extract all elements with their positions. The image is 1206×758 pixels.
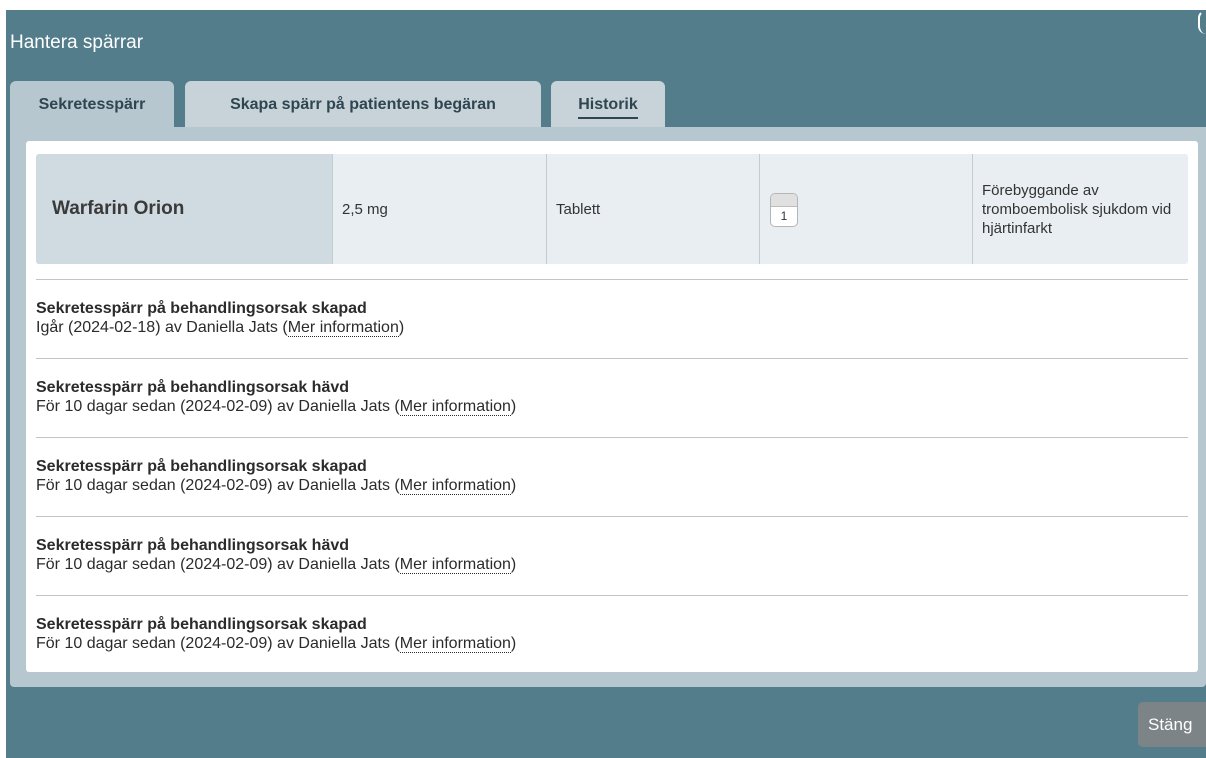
history-entry: Sekretesspärr på behandlingsorsak skapad…: [36, 279, 1188, 358]
drug-quantity: 1: [780, 209, 788, 223]
history-entry-title: Sekretesspärr på behandlingsorsak skapad: [36, 458, 367, 475]
more-info-link[interactable]: Mer information: [287, 319, 399, 337]
drug-row: Warfarin Orion 2,5 mg Tablett 1 Förebygg…: [36, 154, 1188, 264]
drug-reason: Förebyggande av tromboembolisk sjukdom v…: [982, 181, 1172, 237]
tab-label: Sekretesspärr: [38, 96, 146, 113]
more-info-link[interactable]: Mer information: [399, 398, 511, 416]
more-info-link[interactable]: Mer information: [399, 556, 511, 574]
tab-label: Historik: [578, 96, 638, 119]
history-entry-title: Sekretesspärr på behandlingsorsak skapad: [36, 300, 367, 317]
drug-name: Warfarin Orion: [36, 154, 333, 264]
history-entry-title: Sekretesspärr på behandlingsorsak hävd: [36, 379, 350, 396]
drug-form: Tablett: [547, 154, 760, 264]
tab-sekretessparr[interactable]: Sekretesspärr: [10, 81, 174, 129]
history-entry-meta: För 10 dagar sedan (2024-02-09) av Danie…: [36, 477, 400, 494]
history-entry: Sekretesspärr på behandlingsorsak skapad…: [36, 595, 1188, 674]
tab-historik[interactable]: Historik: [551, 81, 665, 127]
history-entry-meta: För 10 dagar sedan (2024-02-09) av Danie…: [36, 556, 400, 573]
more-info-link[interactable]: Mer information: [399, 477, 511, 495]
history-entry: Sekretesspärr på behandlingsorsak skapad…: [36, 437, 1188, 516]
close-button[interactable]: Stäng: [1138, 702, 1206, 747]
history-list: Sekretesspärr på behandlingsorsak skapad…: [36, 279, 1188, 674]
more-info-link[interactable]: Mer information: [399, 635, 511, 653]
panel-content: Warfarin Orion 2,5 mg Tablett 1 Förebygg…: [26, 141, 1198, 672]
pill-package-icon: 1: [770, 193, 798, 227]
drug-strength: 2,5 mg: [333, 154, 547, 264]
dialog-corner-mark: [1198, 10, 1206, 34]
history-entry-meta: För 10 dagar sedan (2024-02-09) av Danie…: [36, 635, 400, 652]
tab-panel: Warfarin Orion 2,5 mg Tablett 1 Förebygg…: [10, 127, 1206, 687]
history-entry-meta: För 10 dagar sedan (2024-02-09) av Danie…: [36, 398, 400, 415]
history-entry: Sekretesspärr på behandlingsorsak hävd F…: [36, 358, 1188, 437]
history-entry-meta: Igår (2024-02-18) av Daniella Jats (: [36, 319, 288, 336]
history-entry: Sekretesspärr på behandlingsorsak hävd F…: [36, 516, 1188, 595]
drug-quantity-cell: 1: [760, 154, 973, 264]
tab-label: Skapa spärr på patientens begäran: [230, 96, 496, 113]
history-entry-title: Sekretesspärr på behandlingsorsak hävd: [36, 537, 350, 554]
history-entry-title: Sekretesspärr på behandlingsorsak skapad: [36, 616, 367, 633]
dialog-title: Hantera spärrar: [10, 32, 144, 53]
tab-skapa-sparr[interactable]: Skapa spärr på patientens begäran: [185, 81, 541, 127]
